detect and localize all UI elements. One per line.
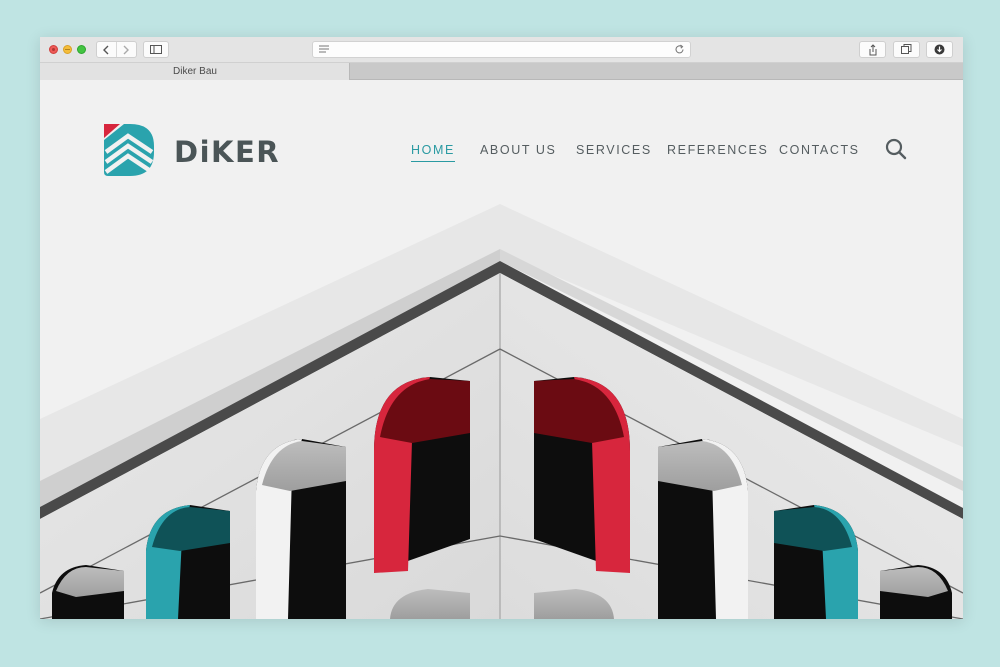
chevron-right-icon [123,45,130,54]
downloads-button[interactable] [926,41,953,58]
brand-name[interactable]: DiKER [174,135,280,169]
tab-strip: Diker Bau [40,63,963,80]
search-icon[interactable] [885,138,907,160]
sidebar-icon [150,45,162,54]
history-nav [96,41,137,58]
minimize-window-button[interactable] [63,45,72,54]
close-window-button[interactable] [49,45,58,54]
tab-title: Diker Bau [173,66,217,77]
nav-home[interactable]: HOME [411,143,455,162]
reload-icon[interactable] [674,44,685,55]
browser-window: Diker Bau DiKER HOME ABOUT US SERVICES R… [40,37,963,619]
nav-references[interactable]: REFERENCES [667,143,768,157]
web-page: DiKER HOME ABOUT US SERVICES REFERENCES … [40,81,963,619]
tabs-icon [901,44,912,54]
nav-about-us[interactable]: ABOUT US [480,143,556,157]
tab-diker-bau[interactable]: Diker Bau [40,63,350,80]
diker-logo-icon[interactable] [104,124,156,176]
share-button[interactable] [859,41,886,58]
back-button[interactable] [97,42,117,57]
address-bar[interactable] [312,41,691,58]
maximize-window-button[interactable] [77,45,86,54]
browser-toolbar [40,37,963,63]
chevron-left-icon [103,45,109,54]
forward-button[interactable] [117,42,136,57]
nav-contacts[interactable]: CONTACTS [779,143,860,157]
sidebar-toggle-button[interactable] [143,41,169,58]
reader-icon[interactable] [319,45,329,53]
nav-services[interactable]: SERVICES [576,143,652,157]
tabs-overview-button[interactable] [893,41,920,58]
share-icon [869,43,876,55]
download-icon [934,44,945,55]
